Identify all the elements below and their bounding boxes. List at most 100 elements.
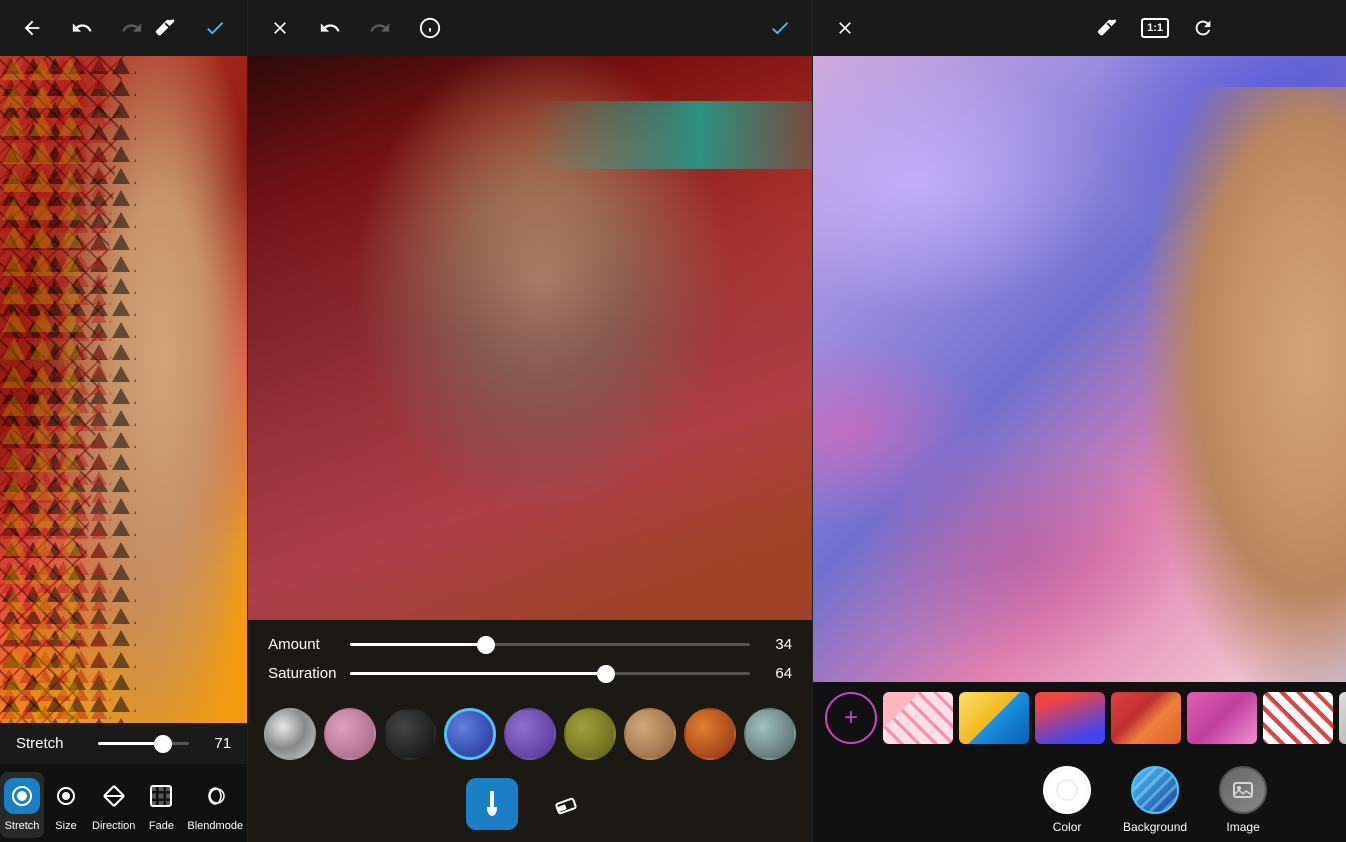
swatch-silver[interactable]: [264, 708, 316, 760]
stretch-label: Stretch: [16, 735, 86, 752]
fade-tool-label: Fade: [149, 820, 174, 832]
hair-overlay: [248, 56, 812, 620]
panel1-bottom-controls: Stretch 71: [0, 723, 247, 764]
toolbar-right-p1: [149, 12, 231, 44]
close-button-p2[interactable]: [264, 12, 296, 44]
amount-slider-row: Amount 34: [268, 636, 792, 653]
eraser-button-p1[interactable]: [149, 12, 181, 44]
ratio-button[interactable]: 1:1: [1141, 18, 1169, 38]
undo-button[interactable]: [66, 12, 98, 44]
panel2-photo: [248, 56, 812, 620]
saturation-slider-track[interactable]: [350, 672, 750, 675]
thumbnail-2[interactable]: [959, 692, 1029, 744]
tool-stretch[interactable]: Stretch: [0, 772, 44, 838]
swatch-tan[interactable]: [624, 708, 676, 760]
type-color[interactable]: Color: [1043, 766, 1091, 834]
blendmode-tool-label: Blendmode: [187, 820, 243, 832]
panel2-sliders: Amount 34 Saturation 64: [248, 620, 812, 696]
toolbar-center-p3: 1:1: [1091, 12, 1219, 44]
panel-background: 1:1 + Colo: [813, 0, 1346, 842]
panel3-image-area: [813, 56, 1346, 682]
blendmode-icon: [197, 778, 233, 814]
panel2-toolbar: [248, 0, 812, 56]
eraser-button-p3[interactable]: [1091, 12, 1123, 44]
panel-stretch: Stretch 71 Stretch: [0, 0, 248, 842]
swatch-olive[interactable]: [564, 708, 616, 760]
refresh-button-p3[interactable]: [1187, 12, 1219, 44]
image-type-icon: [1219, 766, 1267, 814]
direction-icon: [96, 778, 132, 814]
background-type-label: Background: [1123, 820, 1187, 834]
confirm-button-p2[interactable]: [764, 12, 796, 44]
stretch-icon: [4, 778, 40, 814]
swatch-orange[interactable]: [684, 708, 736, 760]
add-background-button[interactable]: +: [825, 692, 877, 744]
stretch-value: 71: [201, 735, 231, 752]
toolbar-left-p2: [264, 12, 446, 44]
eraser-brush-button[interactable]: [542, 778, 594, 830]
panel-colortoning: Amount 34 Saturation 64: [248, 0, 813, 842]
thumbnails-strip: +: [813, 682, 1346, 754]
panel1-image-area: [0, 56, 247, 723]
thumbnail-3[interactable]: [1035, 692, 1105, 744]
panel3-toolbar: 1:1: [813, 0, 1346, 56]
amount-label: Amount: [268, 636, 338, 653]
tool-blendmode[interactable]: Blendmode: [183, 772, 247, 838]
amount-slider-track[interactable]: [350, 643, 750, 646]
amount-slider-thumb[interactable]: [477, 636, 495, 654]
swatch-purple[interactable]: [504, 708, 556, 760]
thumbnail-1[interactable]: [883, 692, 953, 744]
color-type-icon: [1043, 766, 1091, 814]
thumbnail-4[interactable]: [1111, 692, 1181, 744]
triangle-effect-layer: [0, 56, 247, 723]
stretch-slider-thumb[interactable]: [154, 735, 172, 753]
tool-fade[interactable]: Fade: [139, 772, 183, 838]
swatch-blue[interactable]: [444, 708, 496, 760]
tool-direction[interactable]: Direction: [88, 772, 139, 838]
redo-button[interactable]: [116, 12, 148, 44]
confirm-button-p1[interactable]: [199, 12, 231, 44]
size-tool-label: Size: [55, 820, 76, 832]
saturation-label: Saturation: [268, 665, 338, 682]
type-selector: Color Background Image: [813, 754, 1346, 842]
panel1-tool-bar: Stretch Size Dir: [0, 764, 247, 842]
saturation-slider-fill: [350, 672, 606, 675]
swatch-teal[interactable]: [744, 708, 796, 760]
size-icon: [48, 778, 84, 814]
type-background[interactable]: Background: [1123, 766, 1187, 834]
undo-button-p2[interactable]: [314, 12, 346, 44]
panel2-brush-row: [248, 768, 812, 842]
toolbar-left-p3: [829, 12, 861, 44]
amount-value: 34: [762, 636, 792, 653]
panel3-photo: [813, 56, 1346, 682]
close-button-p3[interactable]: [829, 12, 861, 44]
type-image[interactable]: Image: [1219, 766, 1267, 834]
redo-button-p2[interactable]: [364, 12, 396, 44]
tool-size[interactable]: Size: [44, 772, 88, 838]
back-button[interactable]: [16, 12, 48, 44]
color-type-label: Color: [1053, 820, 1082, 834]
toolbar-left: [16, 12, 148, 44]
saturation-value: 64: [762, 665, 792, 682]
saturation-slider-row: Saturation 64: [268, 665, 792, 682]
info-button-p2[interactable]: [414, 12, 446, 44]
thumbnail-7[interactable]: [1339, 692, 1346, 744]
swatch-black[interactable]: [384, 708, 436, 760]
panel2-swatches-row: [248, 696, 812, 768]
thumbnail-6[interactable]: [1263, 692, 1333, 744]
panel1-toolbar: [0, 0, 247, 56]
panel2-image-area: [248, 56, 812, 620]
thumbnail-5[interactable]: [1187, 692, 1257, 744]
face-layer-p3: [1121, 87, 1346, 682]
amount-slider-fill: [350, 643, 486, 646]
saturation-slider-thumb[interactable]: [597, 665, 615, 683]
stretch-tool-label: Stretch: [5, 820, 40, 832]
toolbar-right-p2: [764, 12, 796, 44]
brush-button[interactable]: [466, 778, 518, 830]
fade-icon: [143, 778, 179, 814]
swatch-pink[interactable]: [324, 708, 376, 760]
direction-tool-label: Direction: [92, 820, 135, 832]
stretch-slider-track[interactable]: [98, 742, 189, 745]
panel1-photo: [0, 56, 247, 723]
stretch-slider-row: Stretch 71: [16, 735, 231, 752]
